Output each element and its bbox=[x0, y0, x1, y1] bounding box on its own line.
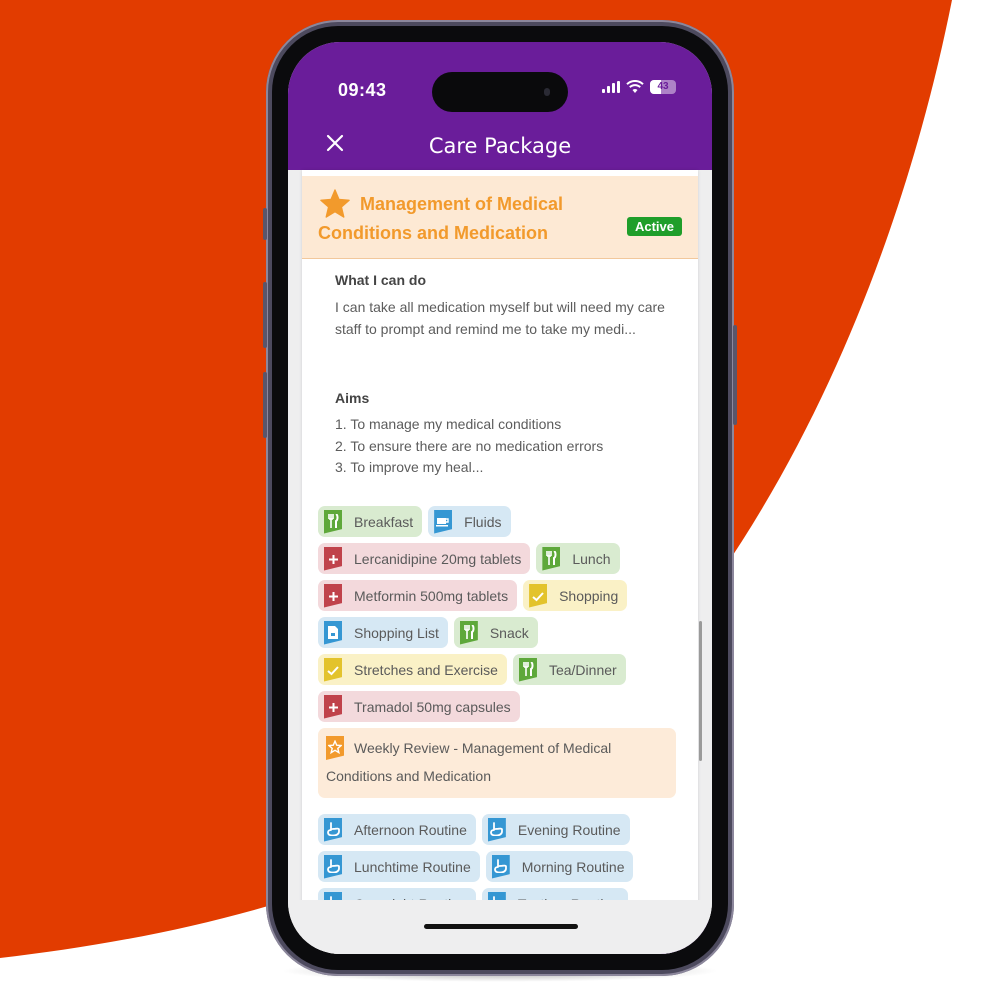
medical-plus-icon bbox=[324, 694, 342, 719]
task-chip[interactable]: Metformin 500mg tablets bbox=[318, 580, 518, 611]
scrollbar[interactable] bbox=[699, 621, 702, 761]
app-bar: 09:43 43 Care Package bbox=[288, 42, 712, 170]
page-title: Care Package bbox=[428, 134, 572, 158]
chip-label: Breakfast bbox=[354, 513, 414, 530]
task-chip[interactable]: Lercanidipine 20mg tablets bbox=[318, 543, 531, 574]
home-indicator[interactable] bbox=[424, 924, 578, 929]
wifi-icon bbox=[626, 80, 644, 93]
chip-label: Tea/Dinner bbox=[548, 661, 617, 678]
routine-chip[interactable]: Morning Routine bbox=[485, 851, 634, 882]
hand-pointer-icon bbox=[324, 854, 342, 879]
cutlery-icon bbox=[542, 546, 561, 571]
chip-label: Snack bbox=[489, 624, 529, 641]
cutlery-icon bbox=[518, 657, 537, 682]
hand-pointer-icon bbox=[324, 817, 342, 842]
task-chip-list: Breakfast Fluids Lercanidipine 20mg tablet… bbox=[318, 506, 688, 798]
task-chip[interactable]: Snack bbox=[453, 617, 538, 648]
medical-plus-icon bbox=[324, 583, 342, 608]
what-i-can-do-text: I can take all medication myself but wil… bbox=[335, 299, 665, 337]
routine-chip[interactable]: Lunchtime Routine bbox=[318, 851, 480, 882]
document-icon bbox=[324, 620, 342, 645]
card-title: Management of Medical Conditions and Med… bbox=[318, 194, 564, 243]
medical-plus-icon bbox=[324, 546, 342, 571]
what-i-can-do-section: What I can do I can take all medication … bbox=[335, 272, 675, 340]
aim-item: 3. To improve my heal... bbox=[335, 459, 484, 475]
chip-label: Tramadol 50mg capsules bbox=[354, 698, 511, 715]
chip-label: Stretches and Exercise bbox=[354, 661, 498, 678]
chip-label: Lunchtime Routine bbox=[354, 858, 471, 875]
aim-item: 2. To ensure there are no medication err… bbox=[335, 437, 604, 454]
screen: 09:43 43 Care Package Management of Medi… bbox=[288, 42, 712, 954]
volume-up-button bbox=[263, 282, 267, 348]
routine-chip[interactable]: Afternoon Routine bbox=[318, 814, 476, 845]
chip-label: Fluids bbox=[464, 513, 502, 530]
task-chip[interactable]: Fluids bbox=[428, 506, 511, 537]
status-time: 09:43 bbox=[338, 80, 387, 100]
cup-icon bbox=[434, 509, 453, 534]
chip-label: Metformin 500mg tablets bbox=[354, 587, 509, 604]
checkmark-icon bbox=[324, 657, 342, 682]
volume-down-button bbox=[263, 372, 267, 438]
chip-label: Lercanidipine 20mg tablets bbox=[354, 550, 522, 567]
signal-icon bbox=[602, 81, 620, 93]
card-header: Management of Medical Conditions and Med… bbox=[302, 176, 698, 259]
power-button bbox=[733, 325, 737, 425]
chip-label: Evening Routine bbox=[517, 821, 621, 838]
bottom-safe-area bbox=[288, 900, 712, 954]
battery-level: 43 bbox=[657, 81, 669, 92]
phone-frame: 09:43 43 Care Package Management of Medi… bbox=[263, 20, 737, 976]
battery-icon: 43 bbox=[650, 80, 676, 94]
status-icons: 43 bbox=[602, 80, 676, 94]
chip-label: Shopping bbox=[559, 587, 619, 604]
task-chip[interactable]: Tramadol 50mg capsules bbox=[318, 691, 520, 722]
task-chip[interactable]: Shopping List bbox=[318, 617, 448, 648]
aims-section: Aims 1. To manage my medical conditions … bbox=[335, 390, 675, 479]
task-chip[interactable]: Shopping bbox=[523, 580, 628, 611]
what-i-can-do-heading: What I can do bbox=[335, 272, 426, 288]
action-button bbox=[263, 208, 267, 240]
camera-icon bbox=[544, 88, 550, 96]
chip-label: Weekly Review - Management of Medical Co… bbox=[326, 740, 612, 784]
aims-list: 1. To manage my medical conditions 2. To… bbox=[335, 414, 675, 479]
status-badge: Active bbox=[626, 217, 682, 236]
task-chip[interactable]: Lunch bbox=[536, 543, 620, 574]
task-chip[interactable]: Weekly Review - Management of Medical Co… bbox=[318, 728, 676, 798]
routine-chip[interactable]: Evening Routine bbox=[481, 814, 630, 845]
chip-label: Afternoon Routine bbox=[354, 821, 467, 838]
cutlery-icon bbox=[459, 620, 478, 645]
aim-item: 1. To manage my medical conditions bbox=[335, 416, 562, 432]
care-plan-card: Management of Medical Conditions and Med… bbox=[302, 170, 712, 954]
cutlery-icon bbox=[324, 509, 342, 534]
hand-pointer-icon bbox=[491, 854, 510, 879]
dynamic-island bbox=[432, 72, 568, 112]
checkmark-icon bbox=[529, 583, 548, 608]
hand-pointer-icon bbox=[487, 817, 506, 842]
aims-heading: Aims bbox=[335, 390, 370, 406]
star-outline-icon bbox=[326, 736, 344, 760]
chip-label: Morning Routine bbox=[521, 858, 625, 875]
task-chip[interactable]: Breakfast bbox=[318, 506, 423, 537]
task-chip[interactable]: Tea/Dinner bbox=[512, 654, 626, 685]
chip-label: Lunch bbox=[572, 550, 611, 567]
chip-label: Shopping List bbox=[354, 624, 439, 641]
task-chip[interactable]: Stretches and Exercise bbox=[318, 654, 507, 685]
